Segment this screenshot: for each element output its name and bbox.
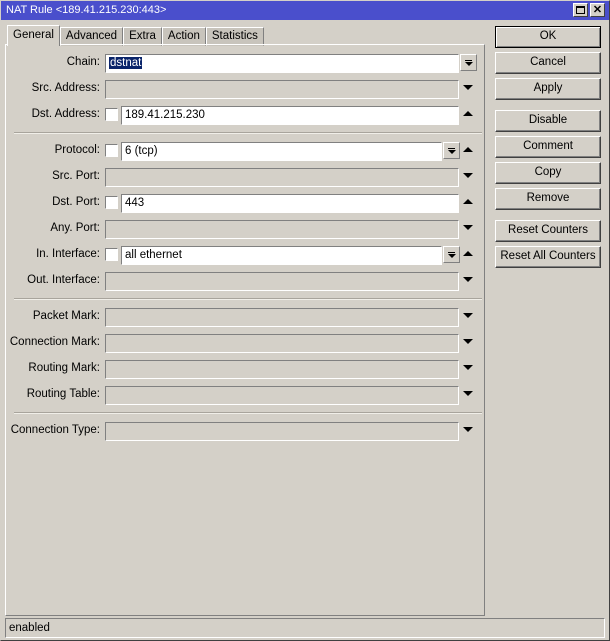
window-title: NAT Rule <189.41.215.230:443>: [6, 4, 167, 16]
protocol-label: Protocol:: [54, 144, 100, 156]
close-button[interactable]: ✕: [590, 3, 605, 17]
collapse-up-icon[interactable]: [463, 199, 473, 204]
remove-button[interactable]: Remove: [495, 188, 601, 210]
in-interface-select[interactable]: all ethernet: [121, 246, 442, 265]
packet-mark-row: Packet Mark:: [6, 307, 486, 327]
src-port-label: Src. Port:: [52, 170, 100, 182]
comment-button[interactable]: Comment: [495, 136, 601, 158]
out-interface-row: Out. Interface:: [6, 271, 486, 291]
expand-down-icon[interactable]: [463, 313, 473, 318]
expand-down-icon[interactable]: [463, 427, 473, 432]
protocol-select[interactable]: 6 (tcp): [121, 142, 442, 161]
expand-down-icon[interactable]: [463, 277, 473, 282]
maximize-icon: [576, 6, 585, 14]
connection-type-row: Connection Type:: [6, 421, 486, 441]
dst-address-input[interactable]: 189.41.215.230: [121, 106, 459, 125]
src-port-input[interactable]: [105, 168, 459, 187]
status-text: enabled: [9, 622, 50, 634]
any-port-row: Any. Port:: [6, 219, 486, 239]
chain-value: dstnat: [109, 57, 143, 69]
connection-mark-input[interactable]: [105, 334, 459, 353]
src-address-row: Src. Address:: [6, 79, 486, 99]
ok-button[interactable]: OK: [495, 26, 601, 48]
routing-mark-input[interactable]: [105, 360, 459, 379]
connection-mark-row: Connection Mark:: [6, 333, 486, 353]
dst-port-negate-checkbox[interactable]: [105, 196, 118, 209]
any-port-input[interactable]: [105, 220, 459, 239]
in-interface-label: In. Interface:: [36, 248, 100, 260]
dropdown-icon: [464, 59, 473, 66]
close-icon: ✕: [592, 3, 603, 16]
title-bar[interactable]: NAT Rule <189.41.215.230:443>: [1, 1, 609, 20]
dst-port-row: Dst. Port: 443: [6, 193, 486, 213]
tab-general[interactable]: General: [7, 25, 60, 46]
reset-all-counters-button[interactable]: Reset All Counters: [495, 246, 601, 268]
src-address-input[interactable]: [105, 80, 459, 99]
cancel-button[interactable]: Cancel: [495, 52, 601, 74]
collapse-up-icon[interactable]: [463, 147, 473, 152]
expand-down-icon[interactable]: [463, 173, 473, 178]
out-interface-label: Out. Interface:: [27, 274, 100, 286]
dst-address-negate-checkbox[interactable]: [105, 108, 118, 121]
separator: [14, 132, 482, 134]
reset-counters-button[interactable]: Reset Counters: [495, 220, 601, 242]
src-address-label: Src. Address:: [31, 82, 100, 94]
tab-bar: General Advanced Extra Action Statistics: [7, 25, 264, 46]
protocol-dropdown-button[interactable]: [443, 142, 460, 159]
expand-down-icon[interactable]: [463, 85, 473, 90]
dst-address-label: Dst. Address:: [31, 108, 100, 120]
dropdown-icon: [447, 251, 456, 258]
in-interface-dropdown-button[interactable]: [443, 246, 460, 263]
apply-button[interactable]: Apply: [495, 78, 601, 100]
separator: [14, 412, 482, 414]
chain-select[interactable]: dstnat: [105, 54, 459, 73]
in-interface-negate-checkbox[interactable]: [105, 248, 118, 261]
separator: [14, 298, 482, 300]
any-port-label: Any. Port:: [50, 222, 100, 234]
connection-type-label: Connection Type:: [10, 424, 100, 436]
routing-table-row: Routing Table:: [6, 385, 486, 405]
dst-port-label: Dst. Port:: [52, 196, 100, 208]
routing-table-input[interactable]: [105, 386, 459, 405]
packet-mark-label: Packet Mark:: [32, 310, 100, 322]
packet-mark-input[interactable]: [105, 308, 459, 327]
chain-dropdown-button[interactable]: [460, 54, 477, 71]
nat-rule-window: NAT Rule <189.41.215.230:443> ✕ General …: [0, 0, 610, 641]
expand-down-icon[interactable]: [463, 365, 473, 370]
in-interface-row: In. Interface: all ethernet: [6, 245, 486, 265]
routing-mark-row: Routing Mark:: [6, 359, 486, 379]
collapse-up-icon[interactable]: [463, 251, 473, 256]
status-bar: enabled: [5, 618, 605, 638]
protocol-row: Protocol: 6 (tcp): [6, 141, 486, 161]
src-port-row: Src. Port:: [6, 167, 486, 187]
connection-type-input[interactable]: [105, 422, 459, 441]
expand-down-icon[interactable]: [463, 391, 473, 396]
out-interface-input[interactable]: [105, 272, 459, 291]
copy-button[interactable]: Copy: [495, 162, 601, 184]
protocol-negate-checkbox[interactable]: [105, 144, 118, 157]
routing-mark-label: Routing Mark:: [28, 362, 100, 374]
general-panel: Chain: dstnat Src. Address: Dst. Address…: [5, 44, 485, 616]
dropdown-icon: [447, 147, 456, 154]
disable-button[interactable]: Disable: [495, 110, 601, 132]
chain-row: Chain: dstnat: [6, 53, 486, 73]
routing-table-label: Routing Table:: [26, 388, 100, 400]
collapse-up-icon[interactable]: [463, 111, 473, 116]
chain-label: Chain:: [66, 56, 100, 68]
maximize-button[interactable]: [573, 3, 588, 17]
expand-down-icon[interactable]: [463, 339, 473, 344]
expand-down-icon[interactable]: [463, 225, 473, 230]
dst-port-input[interactable]: 443: [121, 194, 459, 213]
connection-mark-label: Connection Mark:: [9, 336, 100, 348]
dst-address-row: Dst. Address: 189.41.215.230: [6, 105, 486, 125]
